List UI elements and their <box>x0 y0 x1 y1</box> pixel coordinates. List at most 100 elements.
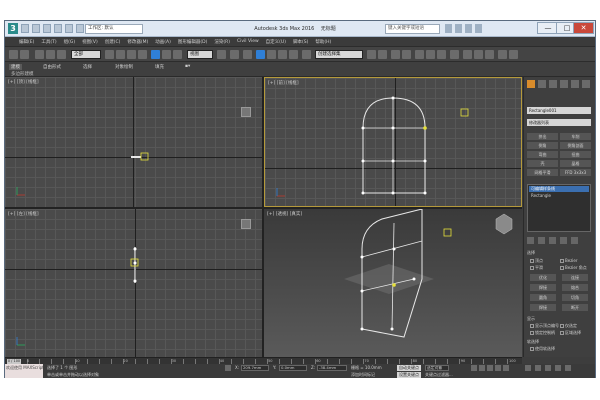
section-soft-selection[interactable]: 软选择 <box>527 339 539 345</box>
select-rotate-icon[interactable] <box>162 50 171 59</box>
selected-set-dropdown[interactable]: 选定对象 <box>425 365 449 371</box>
pivot-center-icon[interactable] <box>217 50 226 59</box>
star-icon[interactable] <box>475 24 482 33</box>
link-icon[interactable] <box>35 50 44 59</box>
display-tab-icon[interactable] <box>571 80 579 88</box>
menu-group[interactable]: 组(G) <box>64 39 76 45</box>
snap-toggle-icon[interactable] <box>256 50 265 59</box>
modifier-button[interactable]: 壳 <box>527 160 558 167</box>
unlink-icon[interactable] <box>46 50 55 59</box>
percent-snap-icon[interactable] <box>278 50 287 59</box>
rect-region-icon[interactable] <box>127 50 136 59</box>
schematic-view-icon[interactable] <box>437 50 446 59</box>
viewport-left[interactable]: [+] [左] [线框] <box>5 209 262 357</box>
fillet-button[interactable]: 圆角 <box>530 294 556 301</box>
configure-sets-icon[interactable] <box>571 237 578 244</box>
menu-create[interactable]: 创建(C) <box>105 39 121 45</box>
open-file-icon[interactable] <box>32 24 40 33</box>
make-unique-icon[interactable] <box>549 237 556 244</box>
bind-spacewarp-icon[interactable] <box>57 50 66 59</box>
section-selection[interactable]: 选择 <box>527 250 535 256</box>
menu-graph-editors[interactable]: 图形编辑器(D) <box>178 39 207 45</box>
menu-civil-view[interactable]: Civil View <box>237 39 259 44</box>
weld2-button[interactable]: 焊接 <box>530 304 556 311</box>
project-folder-icon[interactable] <box>76 24 84 33</box>
manipulate-icon[interactable] <box>230 50 239 59</box>
pan-icon[interactable] <box>545 365 551 371</box>
render-setup-icon[interactable] <box>463 50 472 59</box>
modifier-button[interactable]: 倒角 <box>527 142 558 149</box>
mirror-icon[interactable] <box>367 50 376 59</box>
modifier-list-dropdown[interactable]: 修改器列表 <box>527 119 591 126</box>
add-time-tag[interactable]: 添加时间标记 <box>351 372 375 378</box>
radio-bezier-corner[interactable]: Bezier 角点 <box>560 265 587 271</box>
chamfer-button[interactable]: 切角 <box>562 294 588 301</box>
keyboard-shortcut-icon[interactable] <box>243 50 252 59</box>
reference-coord-dropdown[interactable]: 视图 <box>187 50 213 59</box>
y-coord-field[interactable]: 0.0mm <box>279 365 307 371</box>
autokey-button[interactable]: 自动关键点 <box>397 365 421 371</box>
prev-frame-icon[interactable] <box>479 365 485 371</box>
object-name-field[interactable]: Rectangle001 <box>527 107 591 114</box>
weld-button[interactable]: 焊接 <box>530 284 556 291</box>
undo-icon[interactable] <box>9 50 18 59</box>
radio-vertex[interactable]: 顶点 <box>530 258 543 264</box>
next-frame-icon[interactable] <box>495 365 501 371</box>
viewport-top[interactable]: [+] [顶] [线框] <box>5 77 262 207</box>
checkbox-lock-handles[interactable]: 锁定控制柄 <box>530 330 555 336</box>
undo-icon[interactable] <box>54 24 62 33</box>
goto-end-icon[interactable] <box>503 365 509 371</box>
radio-bezier[interactable]: Bezier <box>560 258 578 263</box>
rendered-frame-icon[interactable] <box>474 50 483 59</box>
menu-rendering[interactable]: 渲染(R) <box>214 39 230 45</box>
window-crossing-icon[interactable] <box>138 50 147 59</box>
selection-filter-dropdown[interactable]: 全部 <box>71 50 101 59</box>
modifier-button[interactable]: FFD 3x3x3 <box>560 169 591 176</box>
z-coord-field[interactable]: -38.4mm <box>317 365 347 371</box>
viewport-perspective[interactable]: [+] [透视] [真实] <box>264 209 522 357</box>
new-file-icon[interactable] <box>21 24 29 33</box>
help-icon[interactable] <box>455 24 462 33</box>
menu-scripting[interactable]: 脚本(S) <box>293 39 308 45</box>
menu-views[interactable]: 视图(V) <box>82 39 98 45</box>
select-scale-icon[interactable] <box>173 50 182 59</box>
refine-button[interactable]: 优化 <box>530 274 556 281</box>
curve-editor-icon[interactable] <box>426 50 435 59</box>
modifier-button[interactable]: 挤出 <box>527 133 558 140</box>
select-by-name-icon[interactable] <box>116 50 125 59</box>
modifier-button[interactable]: 晶格 <box>560 160 591 167</box>
app-logo-icon[interactable]: 3 <box>8 23 18 34</box>
remove-modifier-icon[interactable] <box>560 237 567 244</box>
spinner-snap-icon[interactable] <box>289 50 298 59</box>
redo-icon[interactable] <box>20 50 29 59</box>
fuse-button[interactable]: 熔合 <box>562 284 588 291</box>
radio-smooth[interactable]: 平滑 <box>530 265 543 271</box>
redo-icon[interactable] <box>65 24 73 33</box>
hierarchy-tab-icon[interactable] <box>549 80 557 88</box>
modifier-button[interactable]: 网格平滑 <box>527 169 558 176</box>
menu-modifiers[interactable]: 修改器(M) <box>127 39 148 45</box>
menu-animation[interactable]: 动画(A) <box>155 39 171 45</box>
setkey-button[interactable]: 设置关键点 <box>397 372 421 378</box>
checkbox-selected-only[interactable]: 仅选定 <box>560 323 577 329</box>
zoom-all-icon[interactable] <box>535 365 541 371</box>
utilities-tab-icon[interactable] <box>582 80 590 88</box>
tab-object-paint[interactable]: 对象绘制 <box>115 64 133 70</box>
signin-icon[interactable] <box>465 24 472 33</box>
align-icon[interactable] <box>378 50 387 59</box>
menu-help[interactable]: 帮助(H) <box>315 39 331 45</box>
orbit-icon[interactable] <box>555 365 561 371</box>
stack-item-rectangle[interactable]: Rectangle <box>529 193 589 199</box>
edit-named-selection-icon[interactable] <box>302 50 311 59</box>
checkbox-show-vertex-num[interactable]: 显示顶点编号 <box>530 323 559 329</box>
tab-freeform[interactable]: 自由形式 <box>43 64 61 70</box>
x-coord-field[interactable]: 209.7mm <box>241 365 269 371</box>
search-input[interactable]: 键入关键字或短语 <box>385 24 440 34</box>
render-production-icon[interactable] <box>485 50 494 59</box>
motion-tab-icon[interactable] <box>560 80 568 88</box>
close-button[interactable]: ✕ <box>573 22 594 34</box>
search-icon[interactable] <box>445 24 452 33</box>
layer-explorer-icon[interactable] <box>391 50 400 59</box>
menu-customize[interactable]: 自定义(U) <box>266 39 286 45</box>
save-file-icon[interactable] <box>43 24 51 33</box>
